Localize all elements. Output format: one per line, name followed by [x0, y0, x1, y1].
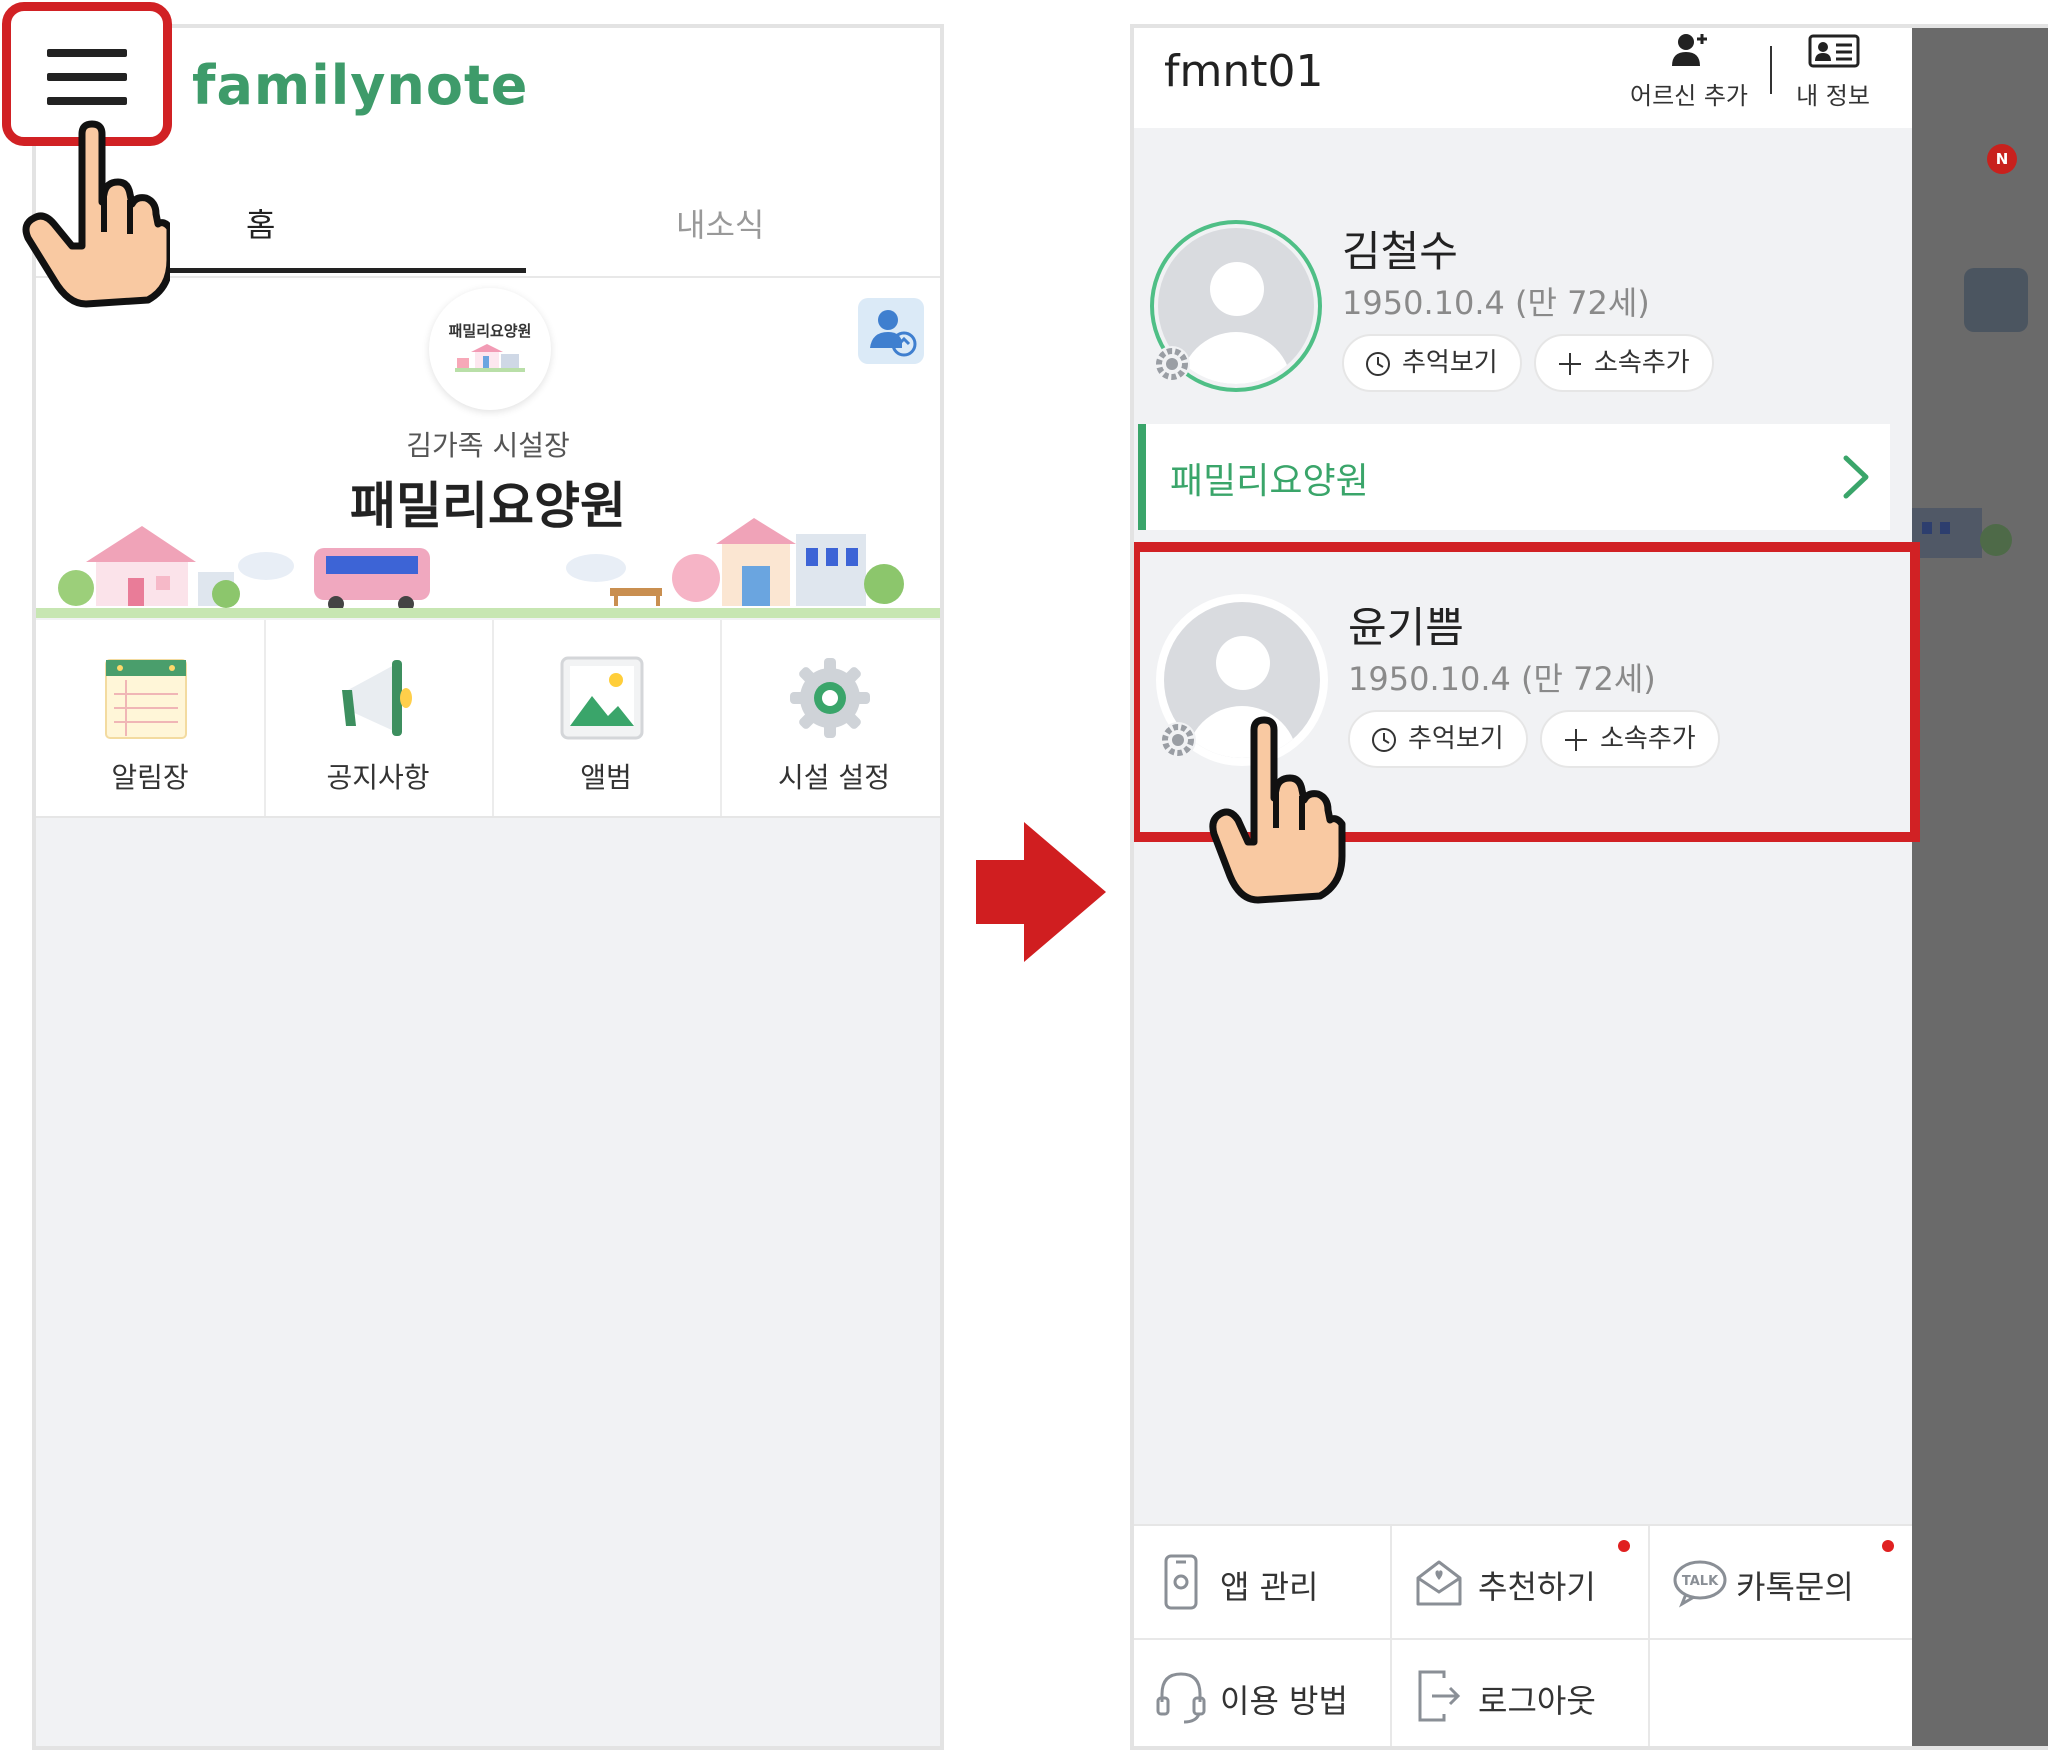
- how-to-use-button[interactable]: 이용 방법: [1134, 1640, 1392, 1746]
- tab-my-news[interactable]: 내소식: [676, 200, 764, 246]
- pill-label: 소속추가: [1594, 348, 1690, 378]
- tab-home[interactable]: 홈: [246, 200, 275, 246]
- elder-settings-gear-icon[interactable]: [1152, 344, 1192, 384]
- facility-logo-house-icon: [455, 344, 525, 372]
- user-id: fmnt01: [1164, 46, 1324, 97]
- pointing-hand-icon: [22, 120, 170, 308]
- bottom-menu-label: 로그아웃: [1478, 1682, 1596, 1720]
- dimmed-switch-button: [1964, 268, 2028, 332]
- elder-name: 김철수: [1342, 227, 1458, 276]
- facility-accent-bar: [1138, 424, 1146, 530]
- menu-announcements[interactable]: 공지사항: [264, 620, 494, 816]
- add-person-icon: [1672, 34, 1707, 66]
- recommend-mail-icon: [1416, 1560, 1462, 1606]
- add-elder-label: 어르신 추가: [1629, 82, 1749, 110]
- megaphone-icon: [342, 660, 412, 736]
- settings-gear-icon: [790, 658, 870, 738]
- facility-logo-text: 패밀리요양원: [448, 322, 532, 340]
- facility-hero: 패밀리요양원 김가족 시설장 패밀리요양원: [36, 278, 940, 618]
- menu-label: 알림장: [111, 761, 189, 794]
- album-icon: [560, 656, 644, 740]
- menu-facility-settings[interactable]: 시설 설정: [720, 620, 940, 816]
- empty-menu-cell: [1650, 1640, 1912, 1746]
- tab-bar: 홈 내소식: [36, 158, 940, 278]
- pointing-hand-icon: [1209, 716, 1346, 904]
- bottom-menu-label: 이용 방법: [1220, 1682, 1348, 1720]
- phone-settings-icon: [1164, 1554, 1198, 1610]
- town-illustration: [36, 518, 940, 618]
- svg-text:TALK: TALK: [1682, 1574, 1719, 1589]
- my-info-label: 내 정보: [1796, 82, 1870, 110]
- hamburger-icon: [47, 49, 127, 105]
- new-indicator-dot: [1882, 1540, 1894, 1552]
- chevron-right-icon: [1843, 455, 1869, 499]
- active-tab-indicator: [156, 268, 526, 273]
- talk-bubble-icon: TALK: [1673, 1560, 1727, 1608]
- add-elder-button[interactable]: 어르신 추가: [1624, 32, 1754, 122]
- dimmed-town-illustration: [1912, 508, 2012, 558]
- menu-grid: 알림장 공지사항 앨범 시설 설정: [36, 620, 940, 818]
- bottom-menu-label: 카톡문의: [1736, 1568, 1854, 1606]
- clock-icon: [1366, 352, 1390, 376]
- my-info-button[interactable]: 내 정보: [1778, 32, 1888, 122]
- notification-badge: N: [1987, 144, 2017, 174]
- switch-account-button[interactable]: [858, 298, 924, 364]
- add-affiliation-button[interactable]: 소속추가: [1534, 334, 1714, 392]
- elder-card[interactable]: 김철수 1950.10.4 (만 72세) 추억보기 소속추가: [1134, 214, 1894, 414]
- menu-label: 시설 설정: [778, 761, 890, 794]
- switch-user-icon: [870, 310, 917, 357]
- menu-label: 공지사항: [326, 761, 430, 794]
- facility-row[interactable]: 패밀리요양원: [1138, 424, 1890, 530]
- kakaotalk-inquiry-button[interactable]: TALK 카톡문의: [1650, 1526, 1912, 1640]
- elder-birth: 1950.10.4 (만 72세): [1342, 284, 1650, 322]
- headset-icon: [1156, 1672, 1206, 1724]
- recommend-button[interactable]: 추천하기: [1392, 1526, 1650, 1640]
- menu-album[interactable]: 앨범: [492, 620, 722, 816]
- view-memories-button[interactable]: 추억보기: [1342, 334, 1522, 392]
- logout-button[interactable]: 로그아웃: [1392, 1640, 1650, 1746]
- next-step-arrow-icon: [976, 822, 1106, 962]
- drawer-bottom-menu: 앱 관리 추천하기 TALK 카톡문의 이용 방법 로그아웃: [1134, 1524, 1912, 1746]
- notebook-icon: [105, 659, 187, 739]
- pill-label: 추억보기: [1402, 348, 1498, 378]
- menu-label: 앨범: [580, 761, 632, 794]
- bottom-menu-label: 앱 관리: [1220, 1568, 1319, 1606]
- facility-row-label: 패밀리요양원: [1170, 461, 1369, 502]
- app-logo: familynote: [192, 54, 529, 117]
- header-divider: [1770, 46, 1772, 94]
- drawer-header: fmnt01 어르신 추가 내 정보: [1134, 28, 1912, 128]
- id-card-icon: [1808, 34, 1860, 68]
- facility-director: 김가족 시설장: [406, 429, 570, 462]
- app-settings-button[interactable]: 앱 관리: [1134, 1526, 1392, 1640]
- facility-logo: 패밀리요양원: [429, 288, 551, 410]
- new-indicator-dot: [1618, 1540, 1630, 1552]
- bottom-menu-label: 추천하기: [1478, 1568, 1596, 1606]
- plus-icon: [1559, 353, 1581, 375]
- menu-notice-book[interactable]: 알림장: [36, 620, 266, 816]
- logout-icon: [1418, 1670, 1461, 1722]
